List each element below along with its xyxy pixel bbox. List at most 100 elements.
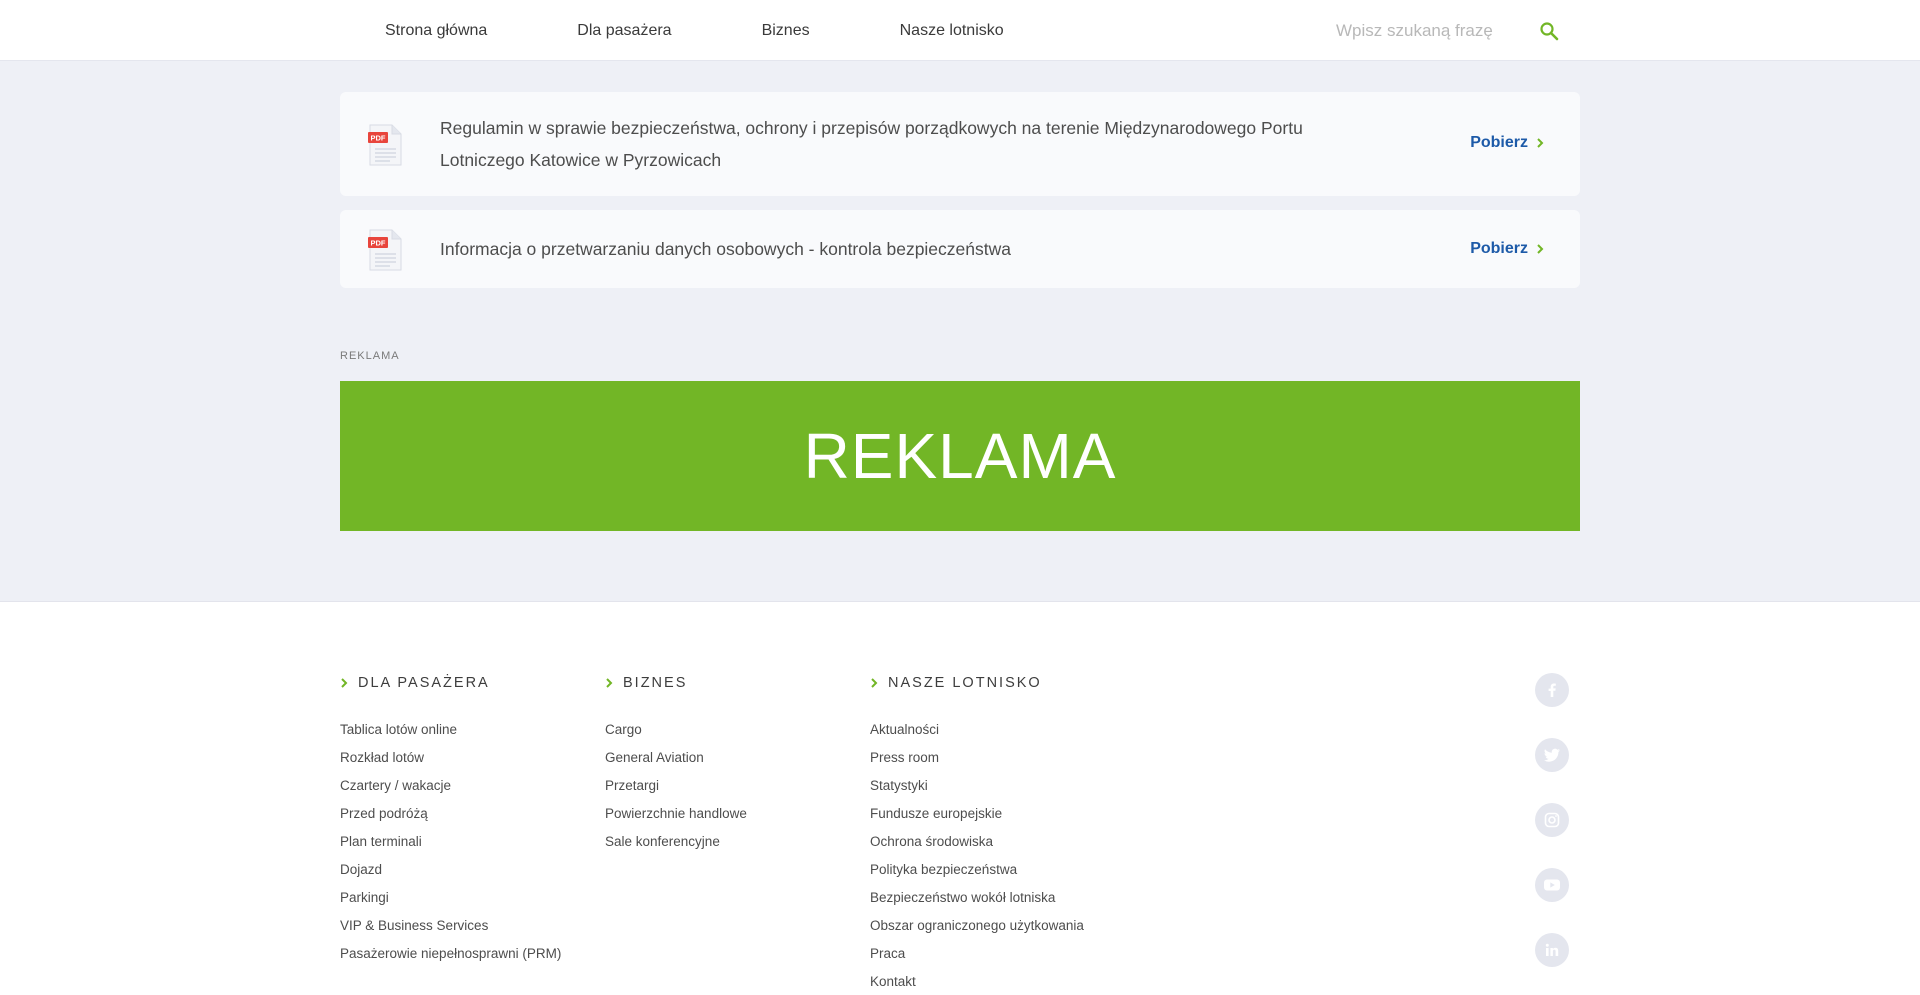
download-link[interactable]: Pobierz — [1470, 240, 1544, 258]
footer-link[interactable]: Sale konferencyjne — [605, 834, 720, 849]
footer-link[interactable]: Obszar ograniczonego użytkowania — [870, 918, 1084, 933]
footer-link[interactable]: Praca — [870, 946, 905, 961]
footer-link[interactable]: Przed podróżą — [340, 806, 428, 821]
search-icon — [1540, 22, 1559, 41]
footer-link-list: Tablica lotów online Rozkład lotów Czart… — [340, 716, 561, 968]
ad-label: REKLAMA — [340, 350, 400, 362]
chevron-right-icon — [1537, 244, 1544, 254]
footer-link[interactable]: Dojazd — [340, 862, 382, 877]
footer-link-item: VIP & Business Services — [340, 912, 561, 940]
nav-item-passenger[interactable]: Dla pasażera — [577, 22, 671, 40]
pdf-file-icon: PDF — [368, 124, 402, 166]
footer-link-item: Cargo — [605, 716, 747, 744]
footer-link-item: Ochrona środowiska — [870, 828, 1084, 856]
nav-item-business[interactable]: Biznes — [762, 22, 810, 40]
footer-link[interactable]: Czartery / wakacje — [340, 778, 451, 793]
footer-link-item: Powierzchnie handlowe — [605, 800, 747, 828]
footer-link[interactable]: Plan terminali — [340, 834, 422, 849]
footer-link[interactable]: Bezpieczeństwo wokół lotniska — [870, 890, 1055, 905]
footer-link[interactable]: Polityka bezpieczeństwa — [870, 862, 1017, 877]
footer-link-item: Czartery / wakacje — [340, 772, 561, 800]
footer-heading: DLA PASAŻERA — [340, 673, 561, 693]
document-card: PDF Regulamin w sprawie bezpieczeństwa, … — [340, 92, 1580, 196]
search-button[interactable] — [1536, 18, 1562, 44]
footer-link-item: Parkingi — [340, 884, 561, 912]
twitter-link[interactable] — [1535, 738, 1569, 772]
footer-link-item: Przetargi — [605, 772, 747, 800]
footer-link-item: General Aviation — [605, 744, 747, 772]
footer-link-item: Kontakt — [870, 968, 1084, 995]
footer-column-passenger: DLA PASAŻERA Tablica lotów online Rozkła… — [340, 673, 561, 968]
footer-link-item: Obszar ograniczonego użytkowania — [870, 912, 1084, 940]
footer-link-item: Press room — [870, 744, 1084, 772]
download-label: Pobierz — [1470, 134, 1528, 151]
youtube-link[interactable] — [1535, 868, 1569, 902]
footer-link-list: Aktualności Press room Statystyki Fundus… — [870, 716, 1084, 995]
footer-link[interactable]: VIP & Business Services — [340, 918, 488, 933]
instagram-icon — [1544, 812, 1560, 828]
footer-link[interactable]: Cargo — [605, 722, 642, 737]
footer-link-item: Przed podróżą — [340, 800, 561, 828]
footer-link[interactable]: Rozkład lotów — [340, 750, 424, 765]
search-box — [1336, 15, 1566, 47]
footer-link[interactable]: Tablica lotów online — [340, 722, 457, 737]
linkedin-icon — [1545, 943, 1559, 956]
chevron-right-icon — [1537, 138, 1544, 148]
footer-link-item: Praca — [870, 940, 1084, 968]
download-link[interactable]: Pobierz — [1470, 134, 1544, 152]
content-area: PDF Regulamin w sprawie bezpieczeństwa, … — [0, 61, 1920, 602]
social-links — [1535, 673, 1569, 995]
ad-banner[interactable]: REKLAMA — [340, 381, 1580, 531]
chevron-right-icon — [606, 678, 613, 688]
footer-heading-label: NASZE LOTNISKO — [888, 675, 1042, 691]
ad-banner-text: REKLAMA — [803, 420, 1117, 492]
footer-link-list: Cargo General Aviation Przetargi Powierz… — [605, 716, 747, 856]
nav-item-home[interactable]: Strona główna — [385, 22, 487, 40]
footer-link-item: Dojazd — [340, 856, 561, 884]
footer-heading-label: BIZNES — [623, 675, 688, 691]
twitter-icon — [1544, 748, 1560, 762]
chevron-right-icon — [341, 678, 348, 688]
footer-link-item: Rozkład lotów — [340, 744, 561, 772]
footer-link-item: Bezpieczeństwo wokół lotniska — [870, 884, 1084, 912]
footer-link-item: Pasażerowie niepełnosprawni (PRM) — [340, 940, 561, 968]
footer-column-our-airport: NASZE LOTNISKO Aktualności Press room St… — [870, 673, 1084, 995]
footer-link[interactable]: Pasażerowie niepełnosprawni (PRM) — [340, 946, 561, 961]
footer-link[interactable]: Powierzchnie handlowe — [605, 806, 747, 821]
instagram-link[interactable] — [1535, 803, 1569, 837]
footer-link-item: Tablica lotów online — [340, 716, 561, 744]
footer-heading: NASZE LOTNISKO — [870, 673, 1084, 693]
document-title: Informacja o przetwarzaniu danych osobow… — [440, 239, 1011, 259]
footer-link[interactable]: General Aviation — [605, 750, 704, 765]
footer-link[interactable]: Ochrona środowiska — [870, 834, 993, 849]
chevron-right-icon — [871, 678, 878, 688]
document-card: PDF Informacja o przetwarzaniu danych os… — [340, 210, 1580, 288]
nav-item-our-airport[interactable]: Nasze lotnisko — [900, 22, 1004, 40]
footer-link-item: Aktualności — [870, 716, 1084, 744]
footer-link[interactable]: Statystyki — [870, 778, 928, 793]
footer-link[interactable]: Przetargi — [605, 778, 659, 793]
footer-link-item: Polityka bezpieczeństwa — [870, 856, 1084, 884]
youtube-icon — [1544, 879, 1560, 891]
footer-link-item: Sale konferencyjne — [605, 828, 747, 856]
main-nav: Strona główna Dla pasażera Biznes Nasze … — [385, 0, 1094, 61]
svg-text:PDF: PDF — [371, 239, 386, 248]
facebook-icon — [1548, 683, 1556, 697]
footer-heading-label: DLA PASAŻERA — [358, 675, 490, 691]
top-navigation-bar: Strona główna Dla pasażera Biznes Nasze … — [0, 0, 1920, 61]
footer-link[interactable]: Parkingi — [340, 890, 389, 905]
linkedin-link[interactable] — [1535, 933, 1569, 967]
footer-link[interactable]: Aktualności — [870, 722, 939, 737]
footer-heading: BIZNES — [605, 673, 747, 693]
footer-link-item: Statystyki — [870, 772, 1084, 800]
search-input[interactable] — [1336, 15, 1526, 47]
footer-column-business: BIZNES Cargo General Aviation Przetargi … — [605, 673, 747, 856]
facebook-link[interactable] — [1535, 673, 1569, 707]
footer-link[interactable]: Press room — [870, 750, 939, 765]
footer-link-item: Fundusze europejskie — [870, 800, 1084, 828]
document-title: Regulamin w sprawie bezpieczeństwa, ochr… — [440, 118, 1303, 170]
footer-link[interactable]: Kontakt — [870, 974, 916, 989]
footer-link[interactable]: Fundusze europejskie — [870, 806, 1002, 821]
svg-text:PDF: PDF — [371, 134, 386, 143]
download-label: Pobierz — [1470, 240, 1528, 257]
